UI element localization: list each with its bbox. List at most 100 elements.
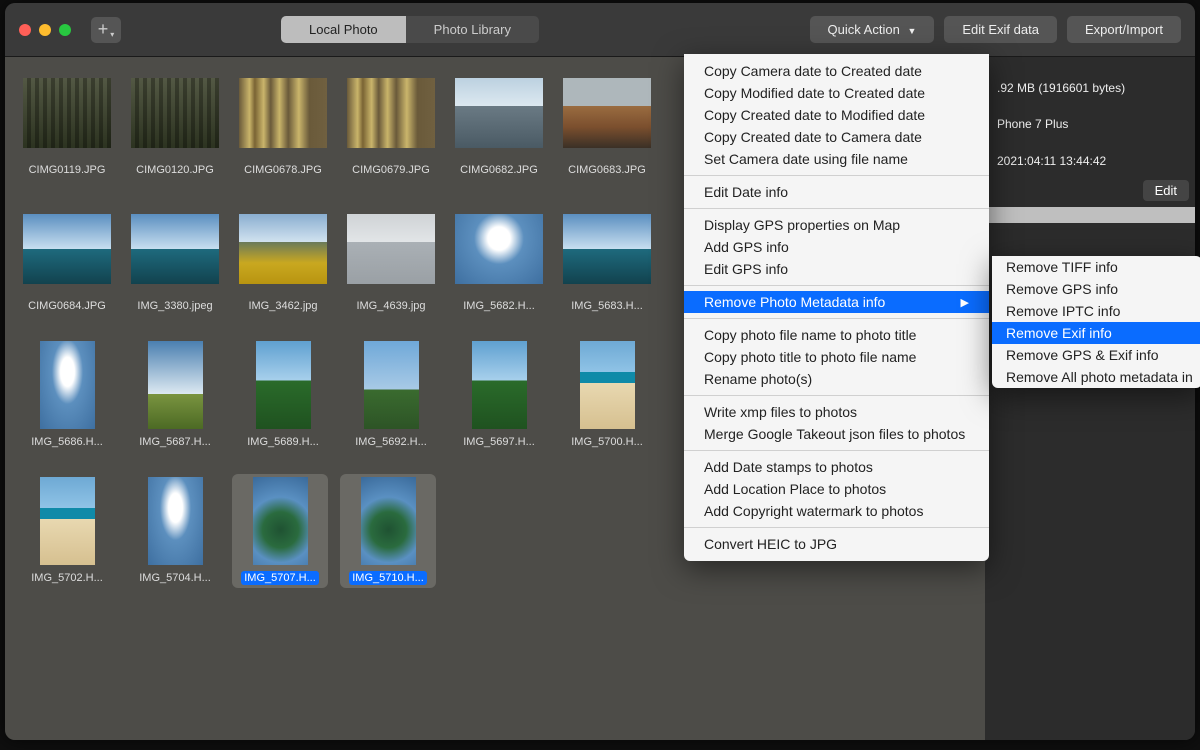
menu-item[interactable]: Merge Google Takeout json files to photo…	[684, 423, 989, 445]
thumbnail[interactable]: CIMG0679.JPG	[343, 69, 439, 177]
menu-item-label: Set Camera date using file name	[704, 151, 908, 167]
thumbnail-image	[344, 477, 432, 565]
menu-item[interactable]: Rename photo(s)	[684, 368, 989, 390]
thumbnail-label: IMG_5683.H...	[568, 299, 646, 313]
menu-item[interactable]: Convert HEIC to JPG	[684, 533, 989, 555]
menu-item[interactable]: Add Copyright watermark to photos	[684, 500, 989, 522]
menu-item[interactable]: Edit GPS info	[684, 258, 989, 280]
menu-item[interactable]: Remove Photo Metadata info▶	[684, 291, 989, 313]
quick-action-menu[interactable]: Copy Camera date to Created date Copy Mod…	[684, 54, 989, 561]
thumbnail-label: IMG_5687.H...	[136, 435, 214, 449]
tab-local-photo[interactable]: Local Photo	[281, 16, 406, 43]
thumbnail-label: IMG_3462.jpg	[245, 299, 320, 313]
thumbnail-image	[239, 205, 327, 293]
quick-action-button[interactable]: Quick Action ▼	[810, 16, 935, 43]
menu-item-label: Rename photo(s)	[704, 371, 812, 387]
thumbnail-label: CIMG0679.JPG	[349, 163, 433, 177]
thumbnail[interactable]: IMG_5697.H...	[451, 341, 547, 449]
thumbnail-image	[347, 69, 435, 157]
thumbnail[interactable]: CIMG0119.JPG	[19, 69, 115, 177]
menu-item-label: Remove Photo Metadata info	[704, 294, 885, 310]
thumbnail[interactable]: IMG_5710.H...	[340, 474, 436, 588]
thumbnail[interactable]: CIMG0678.JPG	[235, 69, 331, 177]
thumbnail-image	[563, 69, 651, 157]
export-import-button[interactable]: Export/Import	[1067, 16, 1181, 43]
thumbnail-label: IMG_5692.H...	[352, 435, 430, 449]
menu-item[interactable]: Write xmp files to photos	[684, 401, 989, 423]
menu-item[interactable]: Copy Camera date to Created date	[684, 60, 989, 82]
menu-item[interactable]: Display GPS properties on Map	[684, 214, 989, 236]
thumbnail-image	[455, 205, 543, 293]
menu-item[interactable]: Add Location Place to photos	[684, 478, 989, 500]
main-area: CIMG0119.JPG CIMG0120.JPGCIMG0678.JPG CIMG…	[5, 57, 1195, 740]
submenu-item[interactable]: Remove IPTC info	[992, 300, 1200, 322]
menu-item[interactable]: Add GPS info	[684, 236, 989, 258]
thumbnail-label: IMG_5707.H...	[241, 571, 319, 585]
plus-icon: +	[98, 19, 109, 40]
edit-exif-button[interactable]: Edit Exif data	[944, 16, 1057, 43]
menu-item-label: Add Date stamps to photos	[704, 459, 873, 475]
thumbnail-label: CIMG0682.JPG	[457, 163, 541, 177]
menu-item[interactable]: Add Date stamps to photos	[684, 456, 989, 478]
thumbnail-label: CIMG0119.JPG	[26, 163, 109, 177]
thumbnail[interactable]: IMG_5702.H...	[19, 477, 115, 585]
info-device: Phone 7 Plus	[997, 111, 1183, 137]
menu-item[interactable]: Copy Created date to Camera date	[684, 126, 989, 148]
thumbnail[interactable]: IMG_5683.H...	[559, 205, 655, 313]
close-icon[interactable]	[19, 24, 31, 36]
edit-button[interactable]: Edit	[1143, 180, 1189, 201]
thumbnail[interactable]: IMG_3380.jpeg	[127, 205, 223, 313]
menu-item-label: Display GPS properties on Map	[704, 217, 900, 233]
thumbnail-label: IMG_3380.jpeg	[134, 299, 215, 313]
menu-item[interactable]: Copy photo file name to photo title	[684, 324, 989, 346]
thumbnail[interactable]: CIMG0683.JPG	[559, 69, 655, 177]
menu-item[interactable]: Copy photo title to photo file name	[684, 346, 989, 368]
thumbnail[interactable]: CIMG0682.JPG	[451, 69, 547, 177]
submenu-item[interactable]: Remove Exif info	[992, 322, 1200, 344]
thumbnail[interactable]: CIMG0684.JPG	[19, 205, 115, 313]
menu-item-label: Add Copyright watermark to photos	[704, 503, 923, 519]
menu-item[interactable]: Set Camera date using file name	[684, 148, 989, 170]
thumbnail[interactable]: IMG_5686.H...	[19, 341, 115, 449]
titlebar: + ▾ Local Photo Photo Library Quick Acti…	[5, 3, 1195, 57]
tab-photo-library[interactable]: Photo Library	[406, 16, 539, 43]
remove-metadata-submenu[interactable]: Remove TIFF infoRemove GPS infoRemove IP…	[992, 256, 1200, 388]
thumbnail-label: IMG_5704.H...	[136, 571, 214, 585]
thumbnail-label: IMG_5689.H...	[244, 435, 322, 449]
submenu-item[interactable]: Remove GPS info	[992, 278, 1200, 300]
thumbnail[interactable]: IMG_5687.H...	[127, 341, 223, 449]
thumbnail-label: IMG_5710.H...	[349, 571, 427, 585]
submenu-item[interactable]: Remove TIFF info	[992, 256, 1200, 278]
menu-item[interactable]: Copy Modified date to Created date	[684, 82, 989, 104]
thumbnail[interactable]: IMG_5704.H...	[127, 477, 223, 585]
thumbnail[interactable]: IMG_5682.H...	[451, 205, 547, 313]
thumbnail[interactable]: IMG_3462.jpg	[235, 205, 331, 313]
thumbnail-image	[455, 69, 543, 157]
menu-item-label: Edit GPS info	[704, 261, 788, 277]
thumbnail[interactable]: CIMG0120.JPG	[127, 69, 223, 177]
submenu-item[interactable]: Remove All photo metadata in	[992, 366, 1200, 388]
view-segmented-control: Local Photo Photo Library	[281, 16, 539, 43]
minimize-icon[interactable]	[39, 24, 51, 36]
thumbnail-label: CIMG0683.JPG	[565, 163, 649, 177]
fullscreen-icon[interactable]	[59, 24, 71, 36]
add-button[interactable]: + ▾	[91, 17, 121, 43]
thumbnail[interactable]: IMG_5707.H...	[232, 474, 328, 588]
submenu-item[interactable]: Remove GPS & Exif info	[992, 344, 1200, 366]
thumbnail-label: IMG_5702.H...	[28, 571, 106, 585]
thumbnail[interactable]: IMG_5689.H...	[235, 341, 331, 449]
menu-item[interactable]: Copy Created date to Modified date	[684, 104, 989, 126]
thumbnail-image	[236, 477, 324, 565]
thumbnail-image	[563, 205, 651, 293]
thumbnail[interactable]: IMG_5692.H...	[343, 341, 439, 449]
chevron-down-icon: ▾	[110, 30, 114, 39]
thumbnail-label: IMG_5700.H...	[568, 435, 646, 449]
menu-item-label: Copy Modified date to Created date	[704, 85, 925, 101]
thumbnail[interactable]: IMG_4639.jpg	[343, 205, 439, 313]
thumbnail-image	[239, 69, 327, 157]
quick-action-label: Quick Action	[828, 22, 900, 37]
thumbnail-image	[131, 341, 219, 429]
menu-item[interactable]: Edit Date info	[684, 181, 989, 203]
thumbnail-image	[131, 205, 219, 293]
thumbnail[interactable]: IMG_5700.H...	[559, 341, 655, 449]
